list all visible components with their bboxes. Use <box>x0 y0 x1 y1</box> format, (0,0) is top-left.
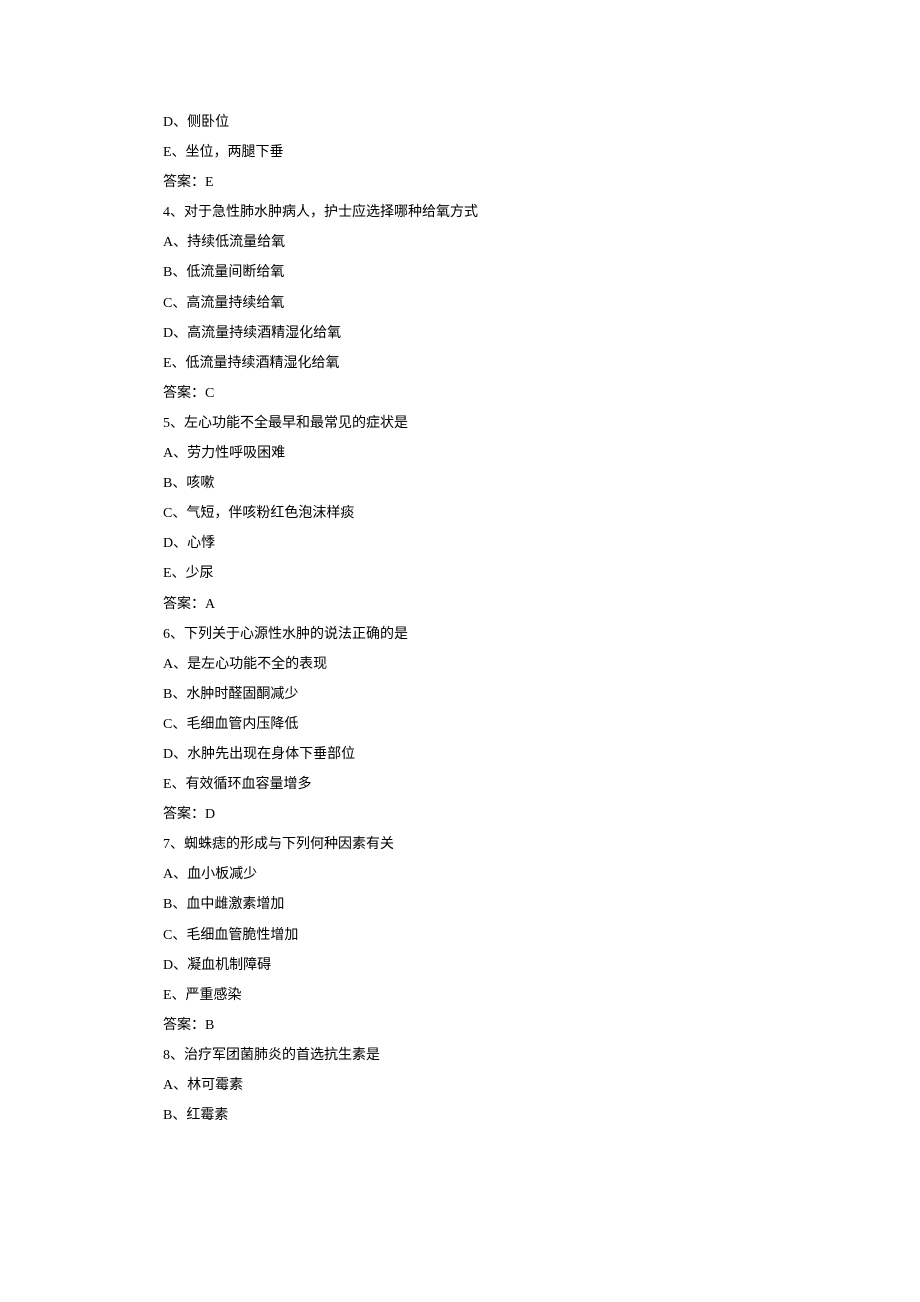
option-text: D、凝血机制障碍 <box>163 951 763 981</box>
document-page: D、侧卧位 E、坐位，两腿下垂 答案：E 4、对于急性肺水肿病人，护士应选择哪种… <box>0 0 763 1211</box>
option-text: E、坐位，两腿下垂 <box>163 138 763 168</box>
question-text: 4、对于急性肺水肿病人，护士应选择哪种给氧方式 <box>163 198 763 228</box>
option-text: A、是左心功能不全的表现 <box>163 650 763 680</box>
option-text: D、心悸 <box>163 529 763 559</box>
answer-text: 答案：D <box>163 800 763 830</box>
option-text: E、严重感染 <box>163 981 763 1011</box>
option-text: A、血小板减少 <box>163 860 763 890</box>
answer-text: 答案：A <box>163 590 763 620</box>
option-text: E、低流量持续酒精湿化给氧 <box>163 349 763 379</box>
answer-text: 答案：B <box>163 1011 763 1041</box>
option-text: E、少尿 <box>163 559 763 589</box>
option-text: B、水肿时醛固酮减少 <box>163 680 763 710</box>
option-text: B、低流量间断给氧 <box>163 258 763 288</box>
option-text: C、气短，伴咳粉红色泡沫样痰 <box>163 499 763 529</box>
option-text: D、水肿先出现在身体下垂部位 <box>163 740 763 770</box>
question-text: 8、治疗军团菌肺炎的首选抗生素是 <box>163 1041 763 1071</box>
option-text: C、毛细血管内压降低 <box>163 710 763 740</box>
option-text: A、劳力性呼吸困难 <box>163 439 763 469</box>
option-text: A、持续低流量给氧 <box>163 228 763 258</box>
option-text: C、高流量持续给氧 <box>163 289 763 319</box>
option-text: C、毛细血管脆性增加 <box>163 921 763 951</box>
option-text: B、血中雌激素增加 <box>163 890 763 920</box>
option-text: D、高流量持续酒精湿化给氧 <box>163 319 763 349</box>
option-text: D、侧卧位 <box>163 108 763 138</box>
option-text: A、林可霉素 <box>163 1071 763 1101</box>
option-text: E、有效循环血容量增多 <box>163 770 763 800</box>
answer-text: 答案：E <box>163 168 763 198</box>
question-text: 7、蜘蛛痣的形成与下列何种因素有关 <box>163 830 763 860</box>
option-text: B、红霉素 <box>163 1101 763 1131</box>
question-text: 5、左心功能不全最早和最常见的症状是 <box>163 409 763 439</box>
option-text: B、咳嗽 <box>163 469 763 499</box>
question-text: 6、下列关于心源性水肿的说法正确的是 <box>163 620 763 650</box>
answer-text: 答案：C <box>163 379 763 409</box>
